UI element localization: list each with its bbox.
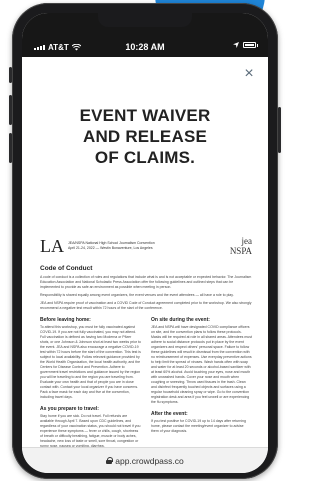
- document-columns: Before leaving home: To attend this work…: [40, 317, 252, 449]
- modal-content[interactable]: × EVENT WAIVER AND RELEASE OF CLAIMS. LA…: [22, 57, 268, 449]
- phone-screen: AT&T 10:28 AM × EVENT WAIVER AND RELEASE…: [22, 13, 268, 473]
- status-time: 10:28 AM: [125, 42, 165, 52]
- on-site-text: JEA and NSPA will have designated COVID …: [151, 325, 252, 404]
- code-of-conduct-document[interactable]: LA JEA/NSPA National High School Journal…: [40, 233, 252, 449]
- document-logos: LA JEA/NSPA National High School Journal…: [40, 233, 252, 259]
- on-site-heading: On site during the event:: [151, 317, 210, 323]
- nspa-logo-text: NSPA: [229, 246, 252, 256]
- headline-line-3: OF CLAIMS.: [94, 148, 196, 167]
- convention-dates: April 21-24, 2022 — Westin Bonaventure, …: [68, 246, 153, 250]
- document-intro-2: Responsibility is shared equally among e…: [40, 293, 234, 297]
- after-event-heading: After the event:: [151, 411, 188, 417]
- waiver-headline: EVENT WAIVER AND RELEASE OF CLAIMS.: [42, 105, 248, 168]
- volume-up-button: [9, 95, 12, 125]
- headline-line-2: AND RELEASE: [82, 127, 208, 146]
- left-column: Before leaving home: To attend this work…: [40, 317, 141, 449]
- before-leaving-heading: Before leaving home:: [40, 317, 91, 323]
- headline-line-1: EVENT WAIVER: [79, 106, 211, 125]
- close-icon[interactable]: ×: [242, 66, 256, 82]
- battery-icon: [243, 42, 258, 48]
- right-column: On site during the event: JEA and NSPA w…: [151, 317, 252, 449]
- status-right-group: [233, 42, 258, 48]
- jea-nspa-logo: jea NSPA: [230, 236, 252, 256]
- document-intro-3: JEA and NSPA require proof of vaccinatio…: [40, 301, 252, 310]
- after-event-text: If you test positive for COVID-19 up to …: [151, 419, 246, 433]
- lock-icon: [106, 457, 114, 464]
- mute-switch: [9, 67, 12, 83]
- phone-notch: [98, 13, 192, 27]
- jea-logo-text: jea: [241, 236, 253, 246]
- volume-down-button: [9, 133, 12, 163]
- browser-url-bar[interactable]: app.crowdpass.co: [22, 447, 268, 473]
- la-logo: LA: [40, 235, 64, 256]
- document-intro: A code of conduct is a collection of rul…: [40, 275, 252, 289]
- prepare-travel-heading: As you prepare to travel:: [40, 406, 99, 412]
- document-title: Code of Conduct: [40, 265, 93, 272]
- convention-info: JEA/NSPA National High School Journalism…: [68, 241, 230, 251]
- url-text: app.crowdpass.co: [115, 455, 184, 466]
- power-button: [278, 107, 281, 153]
- location-arrow-icon: [233, 42, 239, 48]
- before-leaving-text: To attend this workshop, you must be ful…: [40, 325, 141, 399]
- prepare-travel-text: Stay home if you are sick. Do not travel…: [40, 414, 141, 448]
